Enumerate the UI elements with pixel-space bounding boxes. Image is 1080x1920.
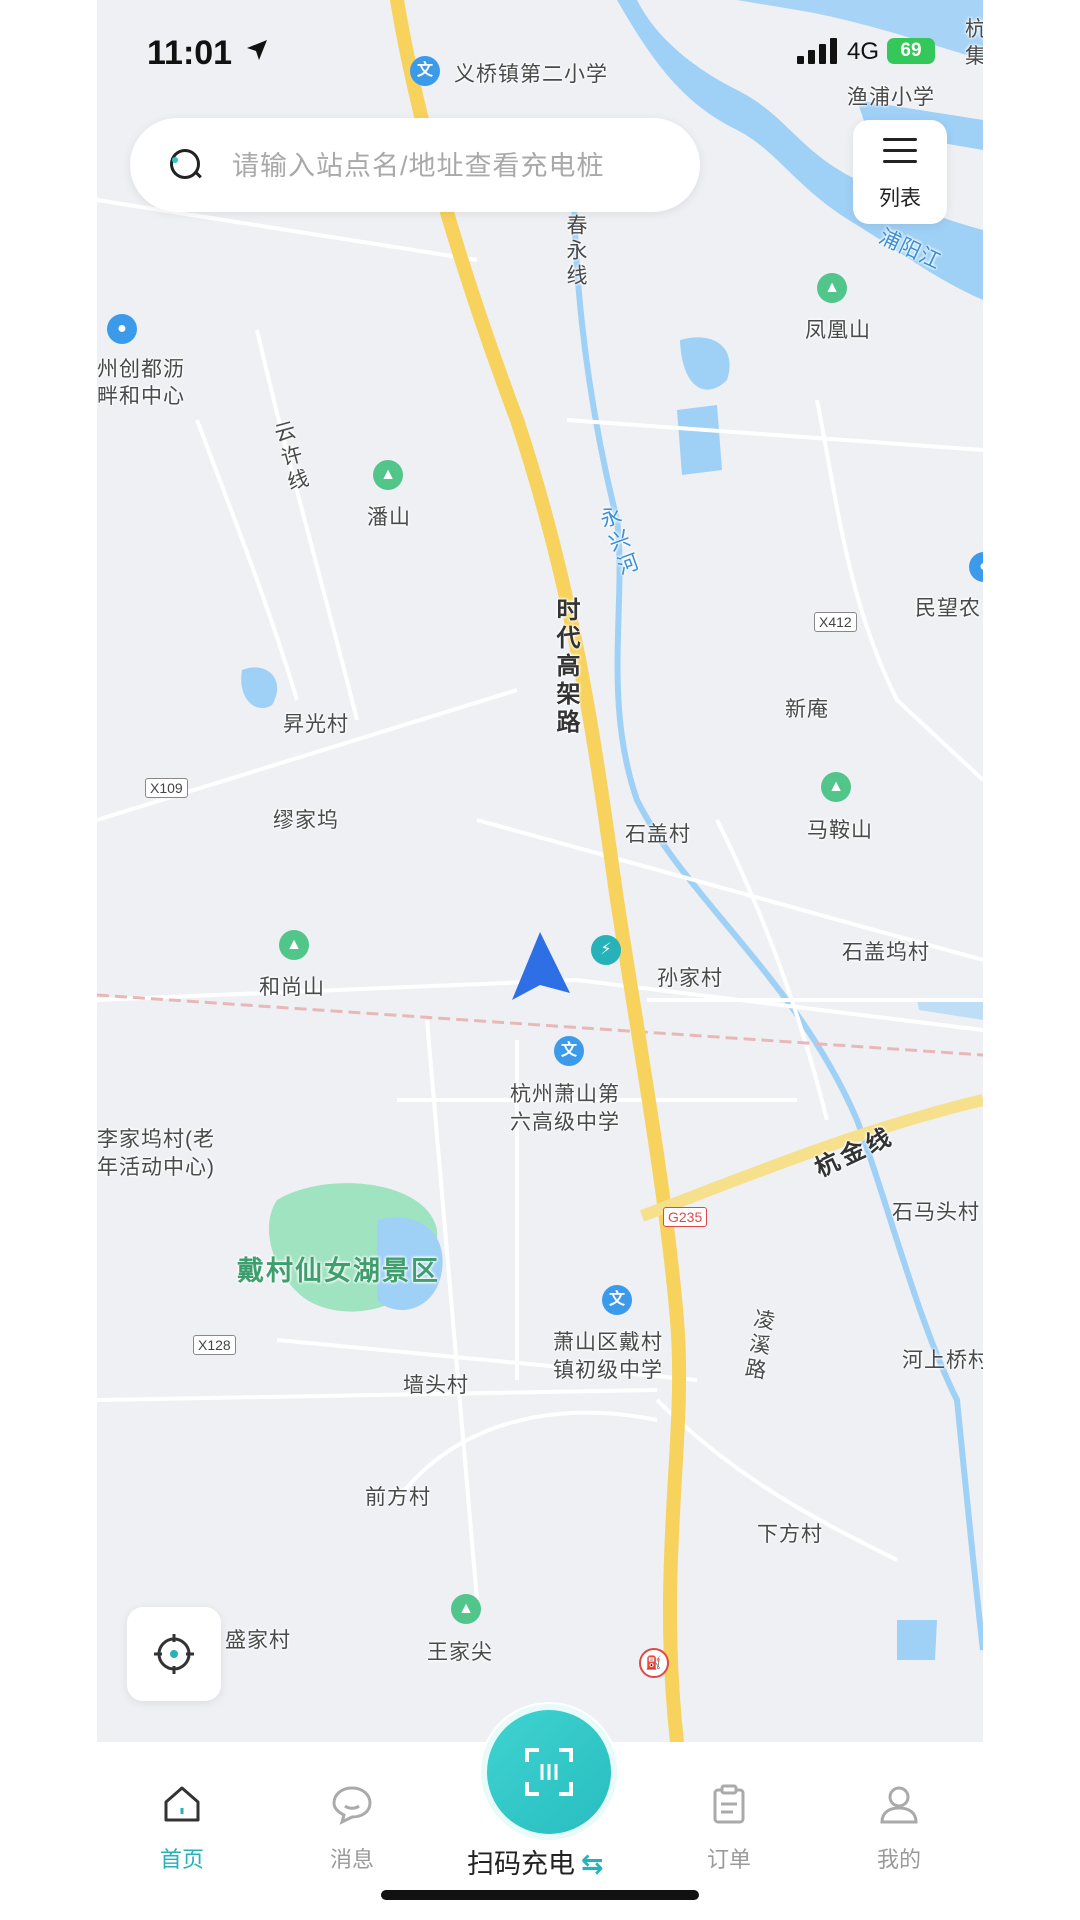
chat-bubble-icon xyxy=(332,1786,372,1825)
map-label: 昇光村 xyxy=(283,713,349,736)
battery-icon: 69 xyxy=(887,38,935,64)
road-shield: X412 xyxy=(814,612,857,632)
map-label: 州创都沥 xyxy=(97,358,185,381)
tab-mine-label: 我的 xyxy=(876,1847,921,1872)
map-label: 凤凰山 xyxy=(805,319,871,342)
map-label: 春永线 xyxy=(564,214,587,289)
list-button-label: 列表 xyxy=(879,187,921,210)
app-screen: 文 义桥镇第二小学 渔浦小学 杭 集 浦阳江 春永线 ▲ 凤凰山 ● 州创都沥 … xyxy=(97,0,983,1920)
clipboard-icon xyxy=(713,1784,745,1824)
map-canvas xyxy=(97,0,983,1742)
search-bar[interactable] xyxy=(130,118,700,212)
map-label: 镇初级中学 xyxy=(553,1359,663,1382)
school-pin-icon: 文 xyxy=(554,1036,584,1066)
map-label: 畔和中心 xyxy=(97,385,185,408)
user-icon xyxy=(880,1786,918,1824)
carrier-label: 4G xyxy=(847,38,880,65)
map-label: 六高级中学 xyxy=(510,1111,620,1134)
map-label: 下方村 xyxy=(757,1523,823,1546)
home-icon xyxy=(164,1786,200,1822)
status-time: 11:01 xyxy=(147,34,233,72)
scan-icon xyxy=(525,1748,573,1796)
toll-station-icon: ⛽ xyxy=(639,1648,669,1678)
map-label: 马鞍山 xyxy=(807,819,873,842)
map-label: 石盖村 xyxy=(625,823,691,846)
mountain-pin-icon: ▲ xyxy=(821,772,851,802)
mountain-pin-icon: ▲ xyxy=(279,930,309,960)
map-label: 孙家村 xyxy=(657,967,723,990)
scan-charge-button[interactable] xyxy=(487,1710,611,1834)
map-label: 杭州萧山第 xyxy=(510,1083,620,1106)
search-input[interactable] xyxy=(230,140,674,192)
search-icon xyxy=(170,149,200,179)
map-label: 和尚山 xyxy=(259,976,325,999)
tab-orders[interactable]: 订单 xyxy=(669,1782,789,1874)
map-label: 王家尖 xyxy=(427,1641,493,1664)
map-label: 石马头村 xyxy=(892,1201,980,1224)
road-shield: X128 xyxy=(193,1335,236,1355)
location-arrow-icon xyxy=(247,40,267,60)
road-shield: G235 xyxy=(663,1207,708,1227)
home-indicator xyxy=(381,1890,699,1900)
map-label: 石盖坞村 xyxy=(842,941,930,964)
scan-charge-text: 扫码充电 xyxy=(467,1849,575,1879)
school-pin-icon: 文 xyxy=(602,1285,632,1315)
poi-pin-icon: ● xyxy=(107,314,137,344)
swap-arrows-icon: ⇆ xyxy=(581,1849,604,1879)
mountain-pin-icon: ▲ xyxy=(373,460,403,490)
scan-charge-label: 扫码充电 ⇆ xyxy=(467,1842,604,1881)
map-label: 河上桥村 xyxy=(902,1349,983,1372)
tab-messages[interactable]: 消息 xyxy=(292,1782,412,1874)
list-button[interactable]: 列表 xyxy=(853,120,947,224)
charging-station-icon[interactable]: ⚡ xyxy=(591,935,621,965)
locate-button[interactable] xyxy=(127,1607,221,1701)
map-label: 年活动中心) xyxy=(97,1156,215,1179)
map-label: 萧山区戴村 xyxy=(553,1331,663,1354)
map-label: 墙头村 xyxy=(403,1374,469,1397)
tab-home[interactable]: 首页 xyxy=(122,1782,242,1874)
map-label: 时代高架路 xyxy=(552,597,579,737)
map-label: 潘山 xyxy=(367,506,411,529)
mountain-pin-icon: ▲ xyxy=(817,273,847,303)
tab-mine[interactable]: 我的 xyxy=(839,1782,959,1874)
map-label: 前方村 xyxy=(365,1486,431,1509)
map-label: 盛家村 xyxy=(225,1629,291,1652)
mountain-pin-icon: ▲ xyxy=(451,1594,481,1624)
tab-orders-label: 订单 xyxy=(706,1847,751,1872)
tab-messages-label: 消息 xyxy=(329,1847,374,1872)
signal-icon xyxy=(797,38,837,64)
list-icon xyxy=(883,138,917,168)
crosshair-icon xyxy=(154,1634,194,1674)
map-label: 戴村仙女湖景区 xyxy=(237,1256,440,1286)
map-view[interactable]: 文 义桥镇第二小学 渔浦小学 杭 集 浦阳江 春永线 ▲ 凤凰山 ● 州创都沥 … xyxy=(97,0,983,1742)
tab-home-label: 首页 xyxy=(159,1847,204,1872)
map-label: 李家坞村(老 xyxy=(97,1128,215,1151)
status-bar: 11:01 4G 69 xyxy=(97,0,983,100)
map-label: 缪家坞 xyxy=(273,809,339,832)
road-shield: X109 xyxy=(145,778,188,798)
map-label: 民望农 xyxy=(915,597,981,620)
map-label: 新庵 xyxy=(785,698,829,721)
